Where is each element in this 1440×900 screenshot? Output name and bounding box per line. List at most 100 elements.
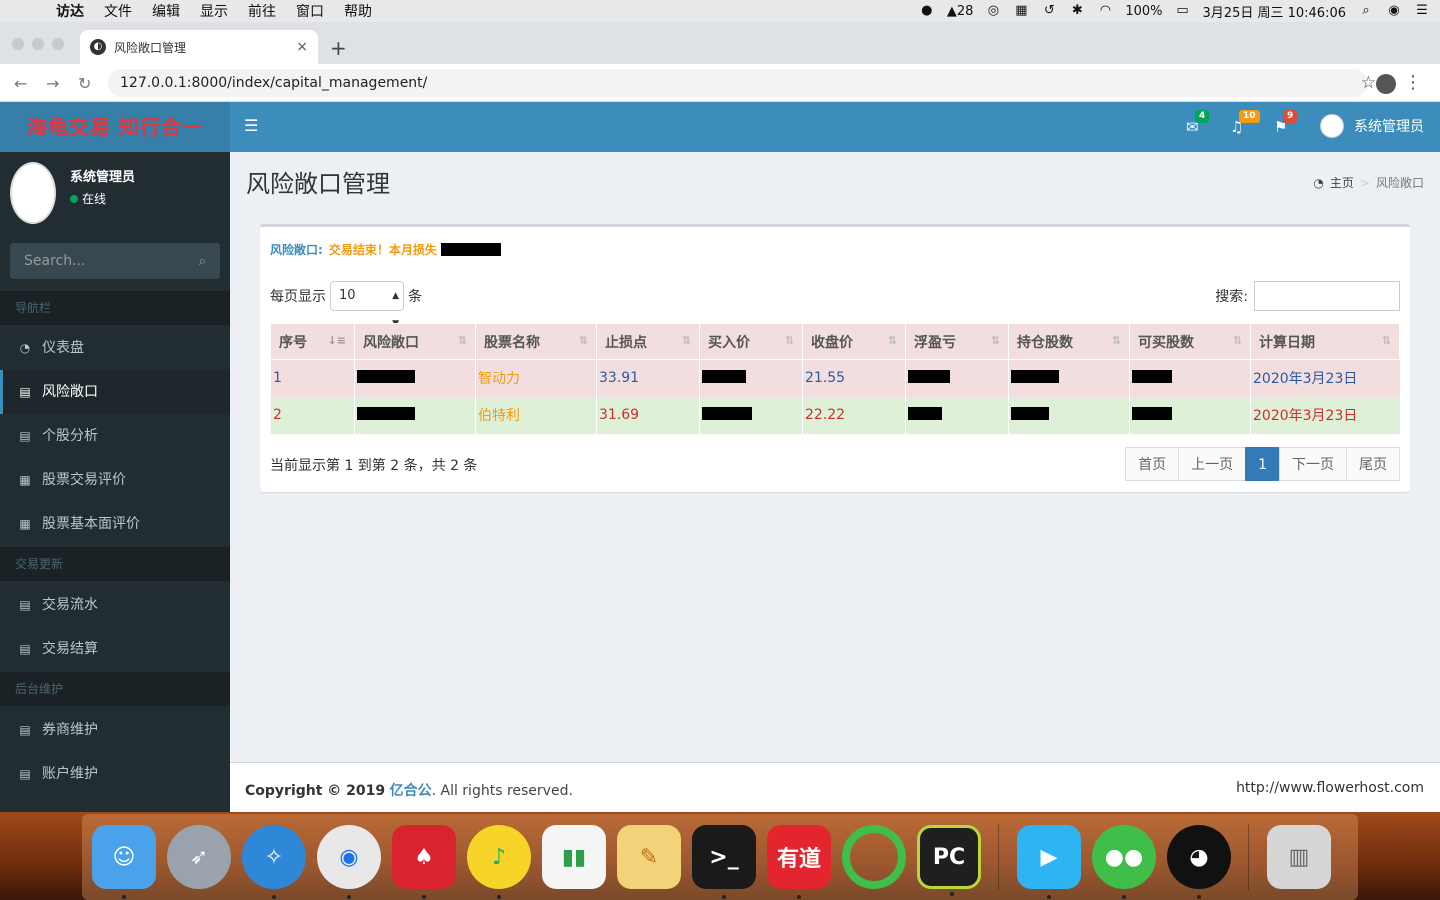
cell-date: 2020年3月23日 (1250, 396, 1400, 434)
col-risk[interactable]: 风险敞口 ⇅ (354, 323, 476, 360)
sidebar-search[interactable]: Search... ⌕ (10, 243, 220, 279)
redacted-block (440, 243, 501, 256)
col-index[interactable]: 序号 ↓≡ (270, 323, 355, 360)
sidebar-item-stock-analysis[interactable]: ▤ 个股分析 (0, 414, 230, 458)
poker-app-icon[interactable]: ♠ (392, 825, 456, 899)
profile-avatar-icon[interactable] (1376, 74, 1396, 94)
pycharm-icon[interactable]: PC (917, 825, 981, 896)
qq-icon[interactable]: ◕ (1167, 825, 1231, 899)
sidebar-item-trade-settlement[interactable]: ▤ 交易结算 (0, 627, 230, 671)
sidebar-item-trade-flow[interactable]: ▤ 交易流水 (0, 583, 230, 627)
footer-site[interactable]: http://www.flowerhost.com (1236, 780, 1424, 796)
music-app-icon[interactable]: ♪ (467, 825, 531, 899)
reload-icon[interactable]: ↻ (78, 74, 91, 93)
browser-tab[interactable]: ◐ 风险敞口管理 × (80, 30, 318, 64)
youdao-icon[interactable]: 有道 (767, 825, 831, 899)
bell-icon[interactable]: ♫ 10 (1230, 110, 1260, 136)
breadcrumb-home[interactable]: 主页 (1330, 174, 1354, 191)
col-pnl[interactable]: 浮盈亏 ⇅ (905, 323, 1009, 360)
table-search-input[interactable] (1254, 281, 1400, 311)
menu-view[interactable]: 显示 (200, 1, 228, 21)
sidebar-toggle-icon[interactable]: ☰ (244, 116, 258, 135)
cell-stop-loss: 33.91 (596, 359, 700, 397)
menu-edit[interactable]: 编辑 (152, 1, 180, 21)
col-buyable[interactable]: 可买股数 ⇅ (1129, 323, 1251, 360)
bookmark-star-icon[interactable]: ☆ (1361, 73, 1376, 93)
col-holdings[interactable]: 持仓股数 ⇅ (1008, 323, 1130, 360)
user-menu[interactable]: 系统管理员 (1320, 114, 1424, 138)
qq-status-item[interactable]: ▲28 (947, 4, 974, 19)
terminal-icon[interactable]: >_ (692, 825, 756, 899)
pages-icon[interactable]: ✎ (617, 825, 681, 889)
safari-icon[interactable]: ✧ (242, 825, 306, 899)
spotlight-icon[interactable]: ⌕ (1358, 3, 1374, 19)
tab-close-icon[interactable]: × (296, 39, 308, 55)
cell-buy-price (699, 396, 803, 434)
browser-menu-icon[interactable]: ⋮ (1404, 72, 1422, 93)
numbers-icon[interactable]: ▮▮ (542, 825, 606, 889)
wechat-icon[interactable]: ●● (1092, 825, 1156, 899)
risk-summary: 风险敞口: 交易结束！本月损失 (270, 241, 501, 258)
menu-help[interactable]: 帮助 (344, 1, 372, 21)
wechat-status-icon[interactable]: ● (919, 3, 935, 19)
mail-badge: 4 (1195, 110, 1210, 123)
green-ring-app-icon[interactable] (842, 825, 906, 889)
close-window-button[interactable] (12, 38, 24, 50)
wifi-icon[interactable]: ◠ (1097, 3, 1113, 19)
forward-icon[interactable]: → (46, 74, 59, 93)
chat-status-icon[interactable]: ◎ (985, 3, 1001, 19)
clock[interactable]: 3月25日 周三 10:46:06 (1203, 2, 1346, 21)
col-stock-name[interactable]: 股票名称 ⇅ (475, 323, 597, 360)
chrome-icon[interactable]: ◉ (317, 825, 381, 899)
sidebar-item-broker[interactable]: ▤ 券商维护 (0, 708, 230, 752)
siri-icon[interactable]: ◉ (1386, 3, 1402, 19)
page-last-button[interactable]: 尾页 (1346, 447, 1400, 481)
minimize-window-button[interactable] (32, 38, 44, 50)
sidebar-item-trade-evaluation[interactable]: ▦ 股票交易评价 (0, 458, 230, 502)
search-icon[interactable]: ⌕ (199, 254, 206, 269)
col-buy-price[interactable]: 买入价 ⇅ (699, 323, 803, 360)
input-method-icon[interactable]: ▦ (1013, 3, 1029, 19)
footer-brand-link[interactable]: 亿合公 (390, 783, 432, 799)
sidebar-item-risk-exposure[interactable]: ▤ 风险敞口 (0, 370, 230, 414)
col-date[interactable]: 计算日期 ⇅ (1250, 323, 1400, 360)
sidebar-item-fundamental-evaluation[interactable]: ▦ 股票基本面评价 (0, 502, 230, 546)
video-player-icon[interactable]: ▶ (1017, 825, 1081, 899)
search-label: 搜索: (1215, 289, 1248, 305)
redacted-block (1011, 406, 1049, 420)
zoom-window-button[interactable] (52, 38, 64, 50)
address-bar[interactable]: i 127.0.0.1:8000/index/capital_managemen… (108, 69, 1368, 311)
col-stop-loss[interactable]: 止损点 ⇅ (596, 323, 700, 360)
page-first-button[interactable]: 首页 (1125, 447, 1180, 481)
content-area: 风险敞口管理 ◔ 主页 > 风险敞口 风险敞口: 交易结束！本月损失 每页显示 … (230, 152, 1440, 762)
bluetooth-icon[interactable]: ✱ (1069, 3, 1085, 19)
menu-go[interactable]: 前往 (248, 1, 276, 21)
menu-file[interactable]: 文件 (104, 1, 132, 21)
back-icon[interactable]: ← (14, 74, 27, 93)
menu-window[interactable]: 窗口 (296, 1, 324, 21)
battery-percent[interactable]: 100% (1125, 4, 1162, 19)
page-prev-button[interactable]: 上一页 (1178, 447, 1247, 481)
sidebar-search-input[interactable]: Search... (24, 253, 85, 269)
app-logo[interactable]: 海龟交易 知行合一 (0, 102, 230, 152)
page-current-button[interactable]: 1 (1245, 447, 1280, 481)
finder-icon[interactable]: ☺ (92, 825, 156, 899)
col-close-price[interactable]: 收盘价 ⇅ (802, 323, 906, 360)
mail-icon[interactable]: ✉ 4 (1186, 110, 1210, 136)
time-machine-icon[interactable]: ↺ (1041, 3, 1057, 19)
flag-icon[interactable]: ⚑ 9 (1274, 110, 1298, 136)
running-indicator (1122, 895, 1126, 899)
sidebar-item-account[interactable]: ▤ 账户维护 (0, 752, 230, 796)
notification-center-icon[interactable]: ☰ (1414, 3, 1430, 19)
trash-icon[interactable]: ▥ (1267, 825, 1331, 889)
page-next-button[interactable]: 下一页 (1279, 447, 1347, 481)
sidebar-item-dashboard[interactable]: ◔ 仪表盘 (0, 326, 230, 370)
running-indicator (122, 895, 126, 899)
cell-index: 2 (270, 396, 355, 434)
sort-asc-icon: ↓≡ (327, 334, 346, 347)
menu-finder[interactable]: 访达 (56, 1, 84, 21)
launchpad-icon[interactable]: ➶ (167, 825, 231, 889)
battery-icon[interactable]: ▭ (1175, 3, 1191, 19)
new-tab-button[interactable]: + (330, 36, 347, 60)
page-length-select[interactable]: 10▲▼ (330, 281, 404, 329)
